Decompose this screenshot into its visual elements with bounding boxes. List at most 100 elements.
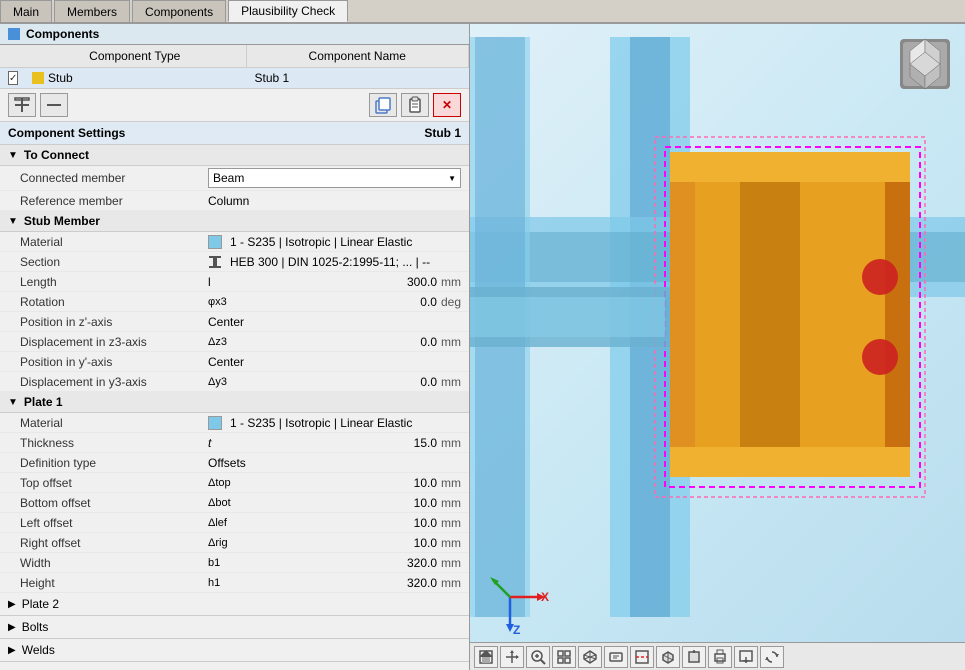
displacement-y-unit: mm xyxy=(441,375,461,389)
view-3d-btn[interactable] xyxy=(578,646,602,668)
right-panel: Z X xyxy=(470,24,965,670)
width-unit: mm xyxy=(441,556,461,570)
thickness-symbol: t xyxy=(208,436,211,450)
material-color-icon xyxy=(208,235,222,249)
stub-length-row: Length l 300.0 mm xyxy=(0,272,469,292)
plate1-top-offset-label: Top offset xyxy=(0,473,200,492)
components-toolbar: ✕ xyxy=(0,89,469,122)
view-axes-btn[interactable] xyxy=(500,646,524,668)
components-icon xyxy=(8,28,20,40)
row-type: Stub xyxy=(24,68,247,88)
bottom-offset-value: 10.0 xyxy=(414,496,437,510)
view-refresh-btn[interactable] xyxy=(760,646,784,668)
view-render-btn[interactable] xyxy=(604,646,628,668)
right-offset-value: 10.0 xyxy=(414,536,437,550)
nav-cube[interactable] xyxy=(895,34,955,94)
copy-btn[interactable] xyxy=(369,93,397,117)
tab-plausibility-check[interactable]: Plausibility Check xyxy=(228,0,348,22)
bottom-offset-symbol: Δbot xyxy=(208,497,231,509)
section-to-connect[interactable]: ▼ To Connect xyxy=(0,145,469,166)
top-offset-symbol: Δtop xyxy=(208,477,231,489)
plate1-material-color-icon xyxy=(208,416,222,430)
main-content: Components Component Type Component Name… xyxy=(0,24,965,670)
view-home-btn[interactable] xyxy=(474,646,498,668)
section-plate2-collapsed[interactable]: ▶ Plate 2 xyxy=(0,593,469,616)
right-offset-symbol: Δrig xyxy=(208,537,228,549)
connected-member-row: Connected member Beam ▼ xyxy=(0,166,469,191)
left-offset-symbol: Δlef xyxy=(208,517,227,529)
view-print-btn[interactable] xyxy=(708,646,732,668)
expand-plate2-icon: ▶ xyxy=(8,599,16,610)
plate1-right-offset-label: Right offset xyxy=(0,533,200,552)
top-offset-unit: mm xyxy=(441,476,461,490)
length-unit: mm xyxy=(441,275,461,289)
components-header: Components xyxy=(0,24,469,45)
col-name-header: Component Name xyxy=(247,45,470,67)
plate1-bottom-offset-label: Bottom offset xyxy=(0,493,200,512)
height-symbol: h1 xyxy=(208,577,220,589)
settings-subtitle: Stub 1 xyxy=(424,126,461,140)
tab-bar: Main Members Components Plausibility Che… xyxy=(0,0,965,24)
row-name: Stub 1 xyxy=(247,68,470,88)
length-symbol: l xyxy=(208,275,211,289)
thickness-value: 15.0 xyxy=(414,436,437,450)
expand-plate1-icon: ▼ xyxy=(8,397,18,408)
delete-btn[interactable]: ✕ xyxy=(433,93,461,117)
axis-indicator: Z X xyxy=(485,572,545,632)
remove-component-btn[interactable] xyxy=(40,93,68,117)
row-checkbox[interactable]: ✓ xyxy=(0,68,24,88)
plate1-top-offset-value-row: Δtop 10.0 mm xyxy=(200,473,469,492)
stub-length-label: Length xyxy=(0,272,200,291)
stub-rotation-row: Rotation φx3 0.0 deg xyxy=(0,292,469,312)
plate1-width-row: Width b1 320.0 mm xyxy=(0,553,469,573)
displacement-y-symbol: Δy3 xyxy=(208,376,227,388)
plate1-thickness-row: Thickness t 15.0 mm xyxy=(0,433,469,453)
plate1-left-offset-value-row: Δlef 10.0 mm xyxy=(200,513,469,532)
view-section-btn[interactable] xyxy=(630,646,654,668)
rotation-value: 0.0 xyxy=(420,295,437,309)
stub-position-y-value: Center xyxy=(200,352,469,371)
dropdown-arrow-icon: ▼ xyxy=(448,174,456,183)
tab-main[interactable]: Main xyxy=(0,0,52,22)
stub-length-value-row: l 300.0 mm xyxy=(200,272,469,291)
plate1-top-offset-row: Top offset Δtop 10.0 mm xyxy=(0,473,469,493)
table-header: Component Type Component Name xyxy=(0,45,469,68)
tab-members[interactable]: Members xyxy=(54,0,130,22)
tab-components[interactable]: Components xyxy=(132,0,226,22)
app-container: Main Members Components Plausibility Che… xyxy=(0,0,965,670)
connected-member-label: Connected member xyxy=(0,166,200,190)
viewport[interactable]: Z X xyxy=(470,24,965,670)
section-plate1[interactable]: ▼ Plate 1 xyxy=(0,392,469,413)
right-offset-unit: mm xyxy=(441,536,461,550)
stub-material-value: 1 - S235 | Isotropic | Linear Elastic xyxy=(200,232,469,251)
col-type-header: Component Type xyxy=(24,45,247,67)
settings-label-bar: Component Settings Stub 1 xyxy=(0,122,469,145)
bottom-offset-unit: mm xyxy=(441,496,461,510)
reference-member-value: Column xyxy=(200,191,469,210)
section-stub-member[interactable]: ▼ Stub Member xyxy=(0,211,469,232)
view-export-btn[interactable] xyxy=(734,646,758,668)
svg-text:X: X xyxy=(541,590,549,604)
section-bolts-collapsed[interactable]: ▶ Bolts xyxy=(0,616,469,639)
paste-btn[interactable] xyxy=(401,93,429,117)
add-component-btn[interactable] xyxy=(8,93,36,117)
left-offset-unit: mm xyxy=(441,516,461,530)
section-welds-collapsed[interactable]: ▶ Welds xyxy=(0,639,469,662)
stub-material-row: Material 1 - S235 | Isotropic | Linear E… xyxy=(0,232,469,252)
plate1-definition-label: Definition type xyxy=(0,453,200,472)
plate1-thickness-value-row: t 15.0 mm xyxy=(200,433,469,452)
plate1-thickness-label: Thickness xyxy=(0,433,200,452)
rotation-symbol: φx3 xyxy=(208,296,227,308)
plate1-title: Plate 1 xyxy=(24,395,63,409)
length-value: 300.0 xyxy=(407,275,437,289)
displacement-z-value: 0.0 xyxy=(420,335,437,349)
top-offset-value: 10.0 xyxy=(414,476,437,490)
stub-section-value: HEB 300 | DIN 1025-2:1995-11; ... | -- xyxy=(200,252,469,271)
view-fit-btn[interactable] xyxy=(552,646,576,668)
reference-member-row: Reference member Column xyxy=(0,191,469,211)
view-zoom-btn[interactable] xyxy=(526,646,550,668)
connected-member-dropdown[interactable]: Beam ▼ xyxy=(208,168,461,188)
view-iso-btn[interactable] xyxy=(656,646,680,668)
plate2-label: Plate 2 xyxy=(22,597,59,611)
view-top-btn[interactable] xyxy=(682,646,706,668)
